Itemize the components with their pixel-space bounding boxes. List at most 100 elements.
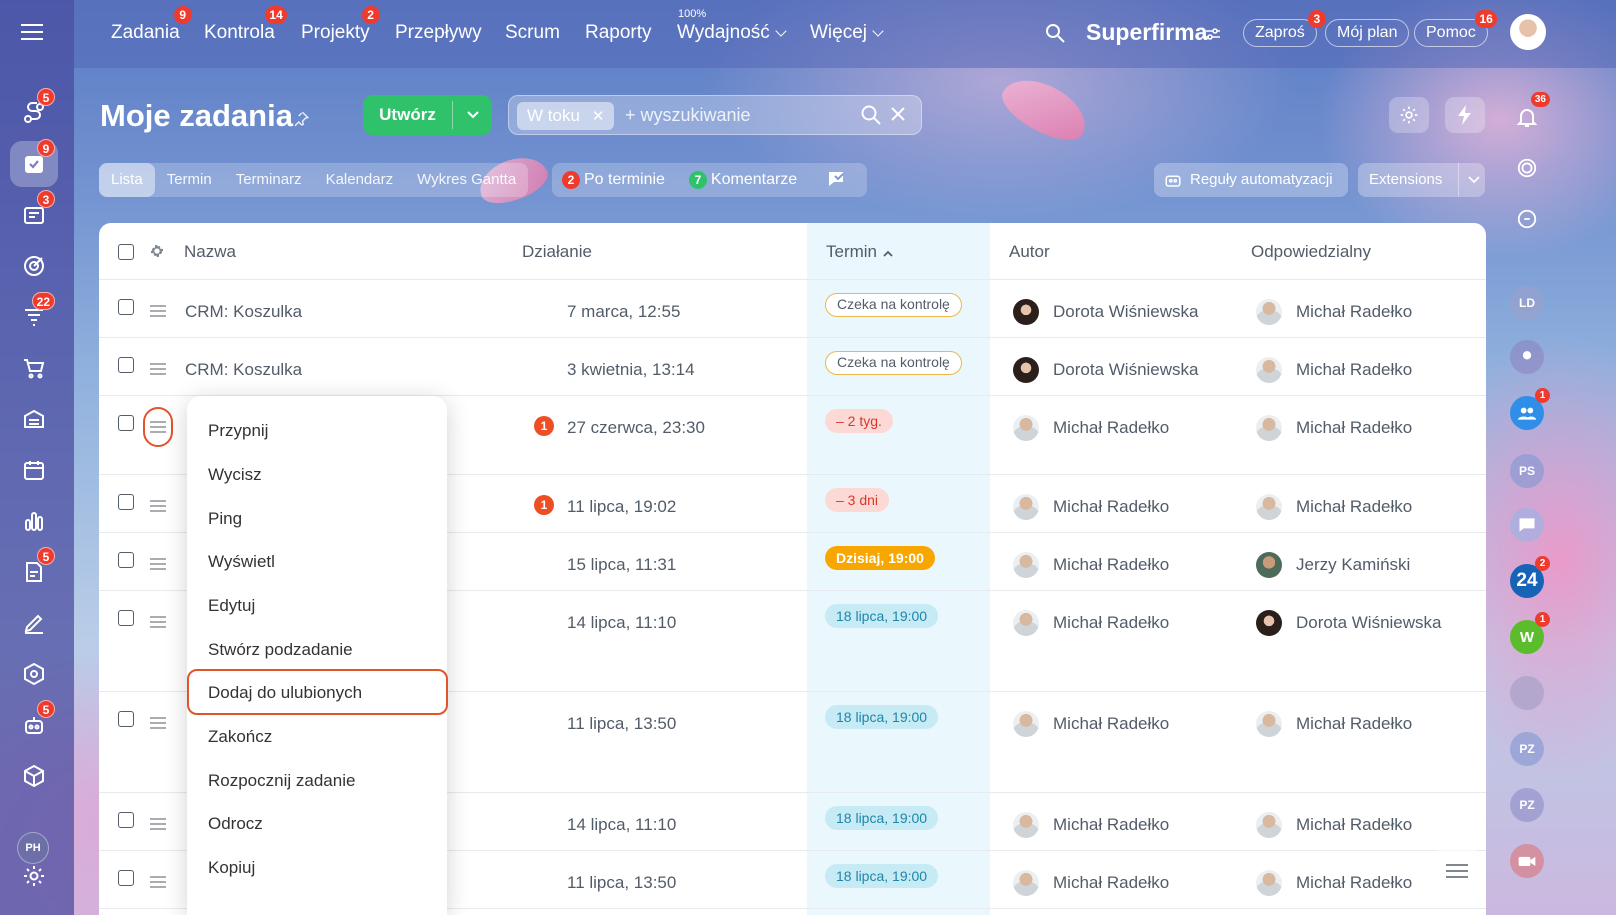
tab-list[interactable]: Lista	[99, 163, 155, 197]
table-row[interactable]: CRM: Koszulka 7 marca, 12:55 Czeka na kont…	[99, 280, 1486, 338]
responsible-cell[interactable]: Michał Radełko	[1256, 711, 1412, 737]
task-name[interactable]: CRM: Koszulka	[185, 302, 302, 322]
search-filter-box[interactable]: W toku ✕ + wyszukiwanie	[508, 95, 922, 135]
menu-item-copy[interactable]: Kopiuj	[208, 858, 255, 878]
video-button[interactable]	[1510, 844, 1544, 878]
column-header-action[interactable]: Działanie	[522, 242, 592, 262]
contact-team[interactable]: 1	[1510, 388, 1550, 430]
nav-tasks[interactable]: Zadania 9	[111, 6, 192, 44]
search-input[interactable]: + wyszukiwanie	[625, 105, 751, 126]
deadline-status-badge[interactable]: 18 lipca, 19:00	[825, 604, 939, 628]
drag-handle-icon[interactable]	[150, 717, 166, 729]
drag-handle-icon[interactable]	[150, 818, 166, 830]
create-button[interactable]: Utwórz	[363, 95, 492, 135]
task-name[interactable]: CRM: Koszulka	[185, 360, 302, 380]
company-brand[interactable]: Superfirma	[1086, 19, 1207, 46]
sidebar-item-settings[interactable]	[10, 853, 58, 899]
author-cell[interactable]: Michał Radełko	[1013, 552, 1169, 578]
extensions-button[interactable]: Extensions	[1358, 163, 1485, 197]
column-header-responsible[interactable]: Odpowiedzialny	[1251, 242, 1371, 262]
responsible-cell[interactable]: Jerzy Kamiński	[1256, 552, 1410, 578]
help-button[interactable]: Pomoc 16	[1414, 10, 1497, 47]
row-checkbox[interactable]	[118, 812, 134, 828]
automation-rules-button[interactable]: Reguły automatyzacji	[1154, 163, 1348, 197]
responsible-cell[interactable]: Michał Radełko	[1256, 415, 1412, 441]
menu-item-create-subtask[interactable]: Stwórz podzadanie	[208, 640, 353, 660]
deadline-status-badge[interactable]: Dzisiaj, 19:00	[825, 546, 935, 570]
drag-handle-icon[interactable]	[150, 305, 166, 317]
chat-search-button[interactable]	[1510, 202, 1544, 236]
row-checkbox[interactable]	[118, 711, 134, 727]
goal-button[interactable]	[1510, 151, 1544, 185]
deadline-status-badge[interactable]: 18 lipca, 19:00	[825, 806, 939, 830]
gear-icon[interactable]	[149, 243, 165, 259]
close-icon[interactable]	[889, 105, 907, 125]
nav-reports[interactable]: Raporty	[585, 22, 652, 44]
search-icon[interactable]	[1045, 23, 1065, 43]
tab-calendar[interactable]: Kalendarz	[314, 163, 406, 197]
table-row[interactable]: CRM: Koszulka 3 kwietnia, 13:14 Czeka na k…	[99, 338, 1486, 396]
read-all-icon[interactable]	[827, 170, 849, 190]
nav-projects[interactable]: Projekty 2	[301, 6, 380, 44]
menu-item-ping[interactable]: Ping	[208, 509, 242, 529]
row-checkbox[interactable]	[118, 357, 134, 373]
search-icon[interactable]	[861, 105, 881, 125]
column-header-name[interactable]: Nazwa	[184, 242, 236, 262]
deadline-status-badge[interactable]: – 3 dni	[825, 488, 890, 512]
drag-handle-icon[interactable]	[150, 876, 166, 888]
responsible-cell[interactable]: Dorota Wiśniewska	[1256, 610, 1442, 636]
contact-ps[interactable]: PS	[1510, 454, 1544, 488]
contact-w[interactable]: W 1	[1510, 612, 1550, 654]
column-header-author[interactable]: Autor	[1009, 242, 1050, 262]
author-cell[interactable]: Michał Radełko	[1013, 415, 1169, 441]
settings-button[interactable]	[1389, 97, 1429, 133]
tab-planner[interactable]: Terminarz	[224, 163, 314, 197]
sidebar-item-reports[interactable]	[10, 498, 58, 544]
contact-ld[interactable]: LD	[1510, 286, 1544, 320]
bitrix24-button[interactable]: 24 2	[1510, 556, 1550, 598]
tab-gantt[interactable]: Wykres Gantta	[405, 163, 528, 197]
contact-pz-2[interactable]: PZ	[1510, 788, 1544, 822]
invite-button[interactable]: Zaproś 3	[1243, 10, 1326, 47]
responsible-cell[interactable]: Michał Radełko	[1256, 812, 1412, 838]
automation-button[interactable]	[1445, 97, 1485, 133]
quick-menu-button[interactable]	[1428, 842, 1486, 900]
tab-deadline[interactable]: Termin	[155, 163, 224, 197]
select-all-checkbox[interactable]	[118, 244, 134, 260]
overdue-counter[interactable]: 2 Po terminie	[562, 171, 665, 189]
responsible-cell[interactable]: Michał Radełko	[1256, 299, 1412, 325]
nav-control[interactable]: Kontrola 14	[204, 6, 287, 44]
menu-item-view[interactable]: Wyświetl	[208, 552, 275, 572]
close-icon[interactable]: ✕	[592, 108, 605, 125]
sidebar-item-calendar[interactable]	[10, 447, 58, 493]
pin-icon[interactable]	[292, 110, 310, 128]
contact-chat[interactable]	[1510, 508, 1544, 542]
contact-photo[interactable]	[1510, 676, 1544, 710]
drag-handle-icon[interactable]	[150, 616, 166, 628]
sidebar-item-hex[interactable]	[10, 651, 58, 697]
sidebar-item-store[interactable]	[10, 396, 58, 442]
author-cell[interactable]: Michał Radełko	[1013, 711, 1169, 737]
menu-icon[interactable]	[21, 24, 43, 40]
nav-flows[interactable]: Przepływy	[395, 22, 482, 44]
nav-scrum[interactable]: Scrum	[505, 22, 560, 44]
sidebar-item-flows[interactable]: 5	[10, 88, 58, 136]
column-header-deadline[interactable]: Termin	[826, 242, 893, 262]
row-checkbox[interactable]	[118, 299, 134, 315]
author-cell[interactable]: Michał Radełko	[1013, 494, 1169, 520]
sidebar-item-sign[interactable]	[10, 600, 58, 646]
author-cell[interactable]: Michał Radełko	[1013, 812, 1169, 838]
row-checkbox[interactable]	[118, 494, 134, 510]
menu-item-add-to-favorites[interactable]: Dodaj do ulubionych	[208, 683, 362, 703]
menu-item-mute[interactable]: Wycisz	[208, 465, 262, 485]
comments-counter[interactable]: 7 Komentarze	[688, 171, 797, 189]
responsible-cell[interactable]: Michał Radełko	[1256, 870, 1412, 896]
nav-more[interactable]: Więcej	[810, 22, 884, 44]
contact-group[interactable]	[1510, 340, 1544, 374]
sidebar-item-robot[interactable]: 5	[10, 700, 58, 748]
responsible-cell[interactable]: Michał Radełko	[1256, 357, 1412, 383]
deadline-status-badge[interactable]: 18 lipca, 19:00	[825, 705, 939, 729]
sidebar-item-docs[interactable]: 5	[10, 547, 58, 595]
row-checkbox[interactable]	[118, 870, 134, 886]
drag-handle-icon[interactable]	[150, 558, 166, 570]
